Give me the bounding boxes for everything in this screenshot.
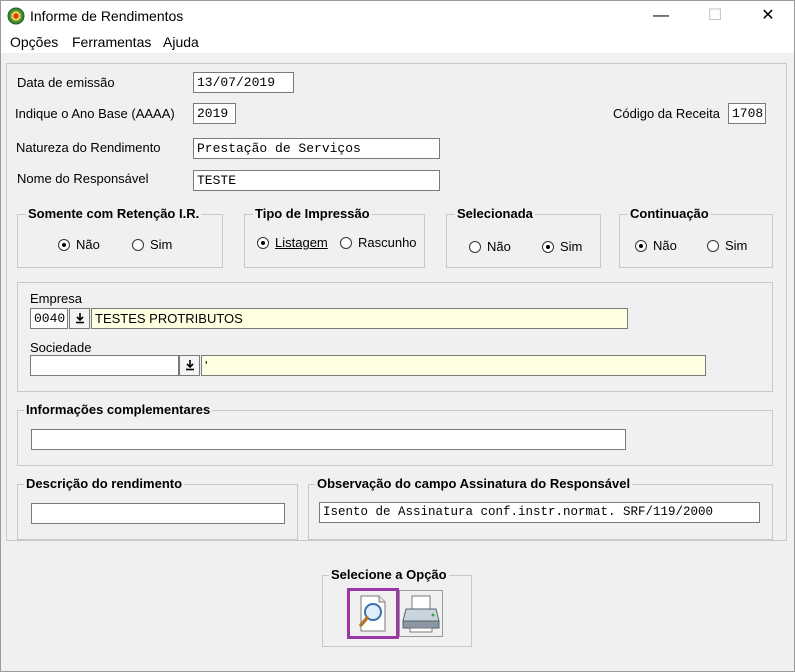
radio-selected-icon — [635, 239, 647, 252]
radio-selected-icon — [257, 236, 269, 249]
radio-empty-icon — [707, 239, 719, 252]
continuacao-sim-radio[interactable]: Sim — [707, 238, 747, 253]
opcao-title: Selecione a Opção — [329, 567, 449, 582]
continuacao-title: Continuação — [628, 206, 711, 221]
natureza-label: Natureza do Rendimento — [16, 140, 161, 155]
close-button[interactable]: ✕ — [745, 1, 791, 31]
main-window: Informe de Rendimentos — ☐ ✕ Opções Ferr… — [0, 0, 795, 672]
app-icon — [7, 7, 25, 25]
empresa-code-input[interactable]: 0040 — [30, 308, 68, 329]
selecionada-sim-radio[interactable]: Sim — [542, 239, 582, 254]
download-arrow-icon — [75, 313, 84, 324]
download-arrow-icon — [185, 360, 194, 371]
radio-empty-icon — [340, 236, 352, 249]
selecionada-group: Selecionada Não Sim — [446, 206, 601, 268]
selecionada-nao-radio[interactable]: Não — [469, 239, 511, 254]
descricao-title: Descrição do rendimento — [24, 476, 185, 491]
retencao-sim-radio[interactable]: Sim — [132, 237, 172, 252]
radio-empty-icon — [469, 240, 481, 253]
menu-ferramentas[interactable]: Ferramentas — [72, 34, 151, 50]
print-button[interactable] — [399, 590, 443, 637]
impressao-title: Tipo de Impressão — [253, 206, 372, 221]
title-bar: Informe de Rendimentos — ☐ ✕ — [1, 1, 794, 31]
impressao-rascunho-radio[interactable]: Rascunho — [340, 235, 417, 250]
sociedade-label: Sociedade — [30, 340, 92, 355]
minimize-button[interactable]: — — [638, 1, 684, 31]
info-complementares-title: Informações complementares — [24, 402, 213, 417]
impressao-listagem-radio[interactable]: Listagem — [257, 235, 328, 250]
empresa-label: Empresa — [30, 291, 83, 306]
retencao-nao-radio[interactable]: Não — [58, 237, 100, 252]
impressao-group: Tipo de Impressão Listagem Rascunho — [244, 206, 425, 268]
continuacao-nao-radio[interactable]: Não — [635, 238, 677, 253]
data-emissao-input[interactable]: 13/07/2019 — [193, 72, 294, 93]
empresa-dropdown-button[interactable] — [69, 308, 90, 329]
ano-base-label: Indique o Ano Base (AAAA) — [15, 106, 175, 121]
retencao-title: Somente com Retenção I.R. — [26, 206, 202, 221]
menu-bar: Opções Ferramentas Ajuda — [1, 31, 794, 53]
descricao-input[interactable] — [31, 503, 285, 524]
radio-empty-icon — [132, 238, 144, 251]
observacao-title: Observação do campo Assinatura do Respon… — [315, 476, 633, 491]
sociedade-name-input[interactable]: ' — [201, 355, 706, 376]
sociedade-code-input[interactable] — [30, 355, 179, 376]
radio-selected-icon — [542, 240, 554, 253]
info-complementares-input[interactable] — [31, 429, 626, 450]
form-area: Data de emissão 13/07/2019 Indique o Ano… — [1, 53, 794, 671]
ano-base-input[interactable]: 2019 — [193, 103, 236, 124]
data-emissao-label: Data de emissão — [17, 75, 115, 90]
maximize-button[interactable]: ☐ — [692, 1, 738, 31]
printer-icon — [402, 595, 440, 633]
magnifier-page-icon — [359, 595, 386, 632]
continuacao-group: Continuação Não Sim — [619, 206, 773, 268]
radio-selected-icon — [58, 238, 70, 251]
natureza-input[interactable]: Prestação de Serviços — [193, 138, 440, 159]
preview-button[interactable] — [347, 588, 399, 639]
responsavel-label: Nome do Responsável — [17, 171, 149, 186]
responsavel-input[interactable]: TESTE — [193, 170, 440, 191]
codigo-receita-label: Código da Receita — [613, 106, 720, 121]
menu-ajuda[interactable]: Ajuda — [163, 34, 199, 50]
window-title: Informe de Rendimentos — [30, 8, 184, 24]
selecionada-title: Selecionada — [455, 206, 535, 221]
menu-opcoes[interactable]: Opções — [10, 34, 58, 50]
empresa-name-input[interactable]: TESTES PROTRIBUTOS — [91, 308, 628, 329]
codigo-receita-input[interactable]: 1708 — [728, 103, 766, 124]
observacao-input[interactable]: Isento de Assinatura conf.instr.normat. … — [319, 502, 760, 523]
sociedade-dropdown-button[interactable] — [179, 355, 200, 376]
retencao-group: Somente com Retenção I.R. Não Sim — [17, 206, 223, 268]
